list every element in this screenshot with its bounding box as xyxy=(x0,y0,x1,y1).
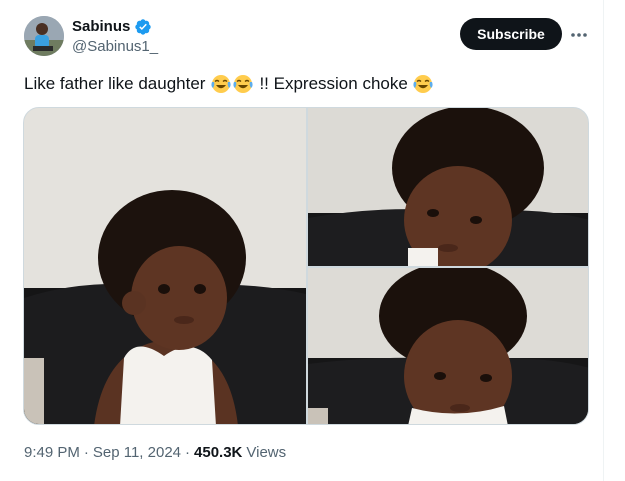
photo-3[interactable] xyxy=(308,268,588,424)
author-handle[interactable]: @Sabinus1_ xyxy=(72,37,158,57)
photo-2[interactable] xyxy=(308,108,588,266)
face-with-tears-of-joy-icon xyxy=(211,75,232,93)
author-display-name[interactable]: Sabinus xyxy=(72,17,130,37)
more-horizontal-icon[interactable] xyxy=(570,26,588,44)
author-name-row: Sabinus xyxy=(72,17,152,37)
face-with-tears-of-joy-icon xyxy=(413,75,433,93)
tweet-text-part1: Like father like daughter xyxy=(24,74,206,93)
tweet-date[interactable]: Sep 11, 2024 xyxy=(93,443,181,463)
media-grid xyxy=(23,107,589,425)
views-count: 450.3K xyxy=(194,444,243,461)
tweet-card: Sabinus @Sabinus1_ Subscribe Like father… xyxy=(0,0,604,481)
tweet-meta: 9:49 PM · Sep 11, 2024 · 450.3K Views xyxy=(24,443,286,463)
meta-separator: · xyxy=(83,444,89,461)
tweet-time[interactable]: 9:49 PM xyxy=(24,443,80,463)
avatar[interactable] xyxy=(24,16,64,56)
tweet-text: Like father like daughter !! Expression … xyxy=(24,72,434,96)
meta-separator: · xyxy=(185,444,191,461)
tweet-text-part2: !! Expression choke xyxy=(259,74,408,93)
face-with-tears-of-joy-icon xyxy=(233,75,254,93)
views-label: Views xyxy=(246,444,287,461)
photo-1[interactable] xyxy=(24,108,306,424)
subscribe-button[interactable]: Subscribe xyxy=(460,18,562,50)
verified-badge-icon xyxy=(135,19,152,35)
